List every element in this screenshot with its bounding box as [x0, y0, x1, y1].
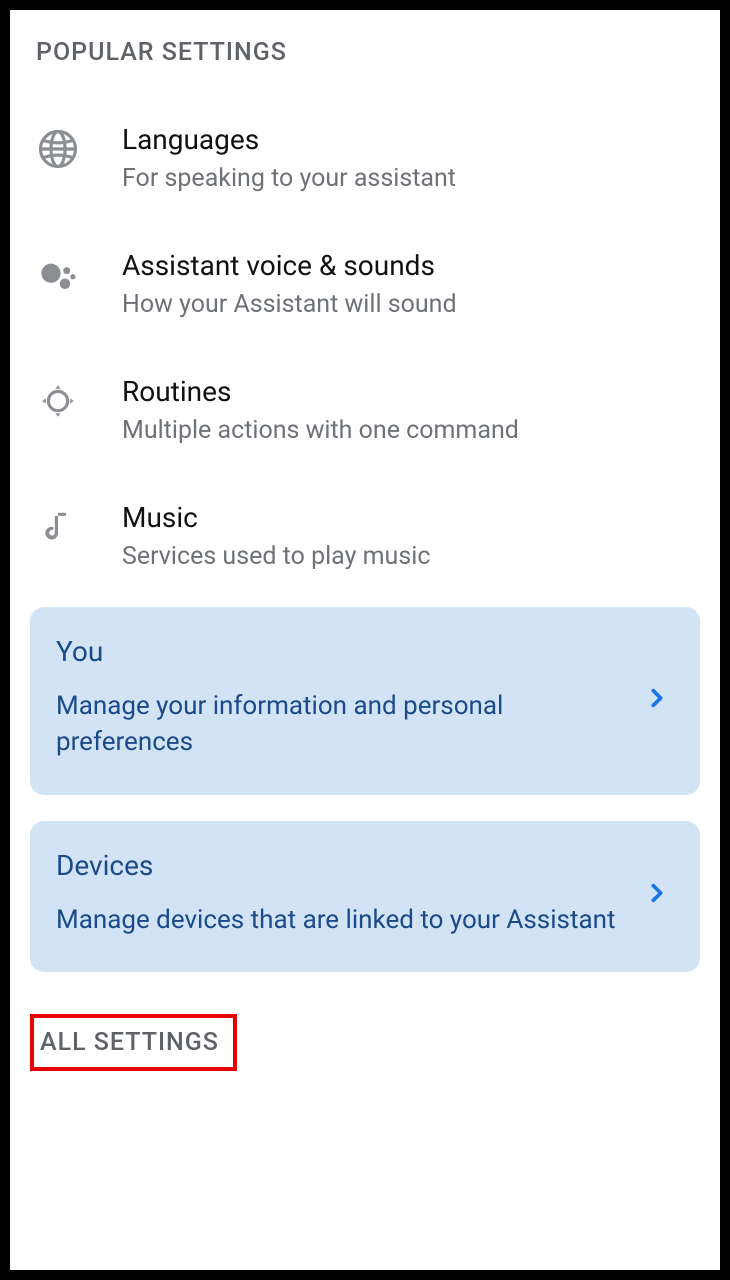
- list-item-languages[interactable]: Languages For speaking to your assistant: [30, 103, 700, 229]
- card-text: Devices Manage devices that are linked t…: [56, 849, 634, 938]
- settings-screen: POPULAR SETTINGS Languages For speaking …: [10, 10, 720, 1270]
- list-item-subtitle: Multiple actions with one command: [122, 416, 694, 445]
- card-devices[interactable]: Devices Manage devices that are linked t…: [30, 821, 700, 972]
- list-item-subtitle: For speaking to your assistant: [122, 164, 694, 193]
- music-note-icon: [36, 505, 80, 549]
- chevron-right-icon: [646, 882, 668, 904]
- list-item-title: Languages: [122, 123, 694, 156]
- globe-icon: [36, 127, 80, 171]
- assistant-dots-icon: [36, 253, 80, 297]
- list-item-routines[interactable]: Routines Multiple actions with one comma…: [30, 355, 700, 481]
- card-subtitle: Manage devices that are linked to your A…: [56, 902, 634, 938]
- chevron-right-icon: [646, 687, 668, 709]
- list-item-text: Languages For speaking to your assistant: [122, 123, 694, 193]
- list-item-title: Music: [122, 501, 694, 534]
- all-settings-header: ALL SETTINGS: [40, 1028, 219, 1057]
- popular-settings-header: POPULAR SETTINGS: [30, 38, 700, 67]
- list-item-assistant-voice[interactable]: Assistant voice & sounds How your Assist…: [30, 229, 700, 355]
- list-item-title: Assistant voice & sounds: [122, 249, 694, 282]
- list-item-subtitle: How your Assistant will sound: [122, 290, 694, 319]
- card-title: Devices: [56, 849, 634, 882]
- routines-icon: [36, 379, 80, 423]
- card-title: You: [56, 635, 634, 668]
- card-subtitle: Manage your information and personal pre…: [56, 688, 634, 761]
- list-item-text: Routines Multiple actions with one comma…: [122, 375, 694, 445]
- card-text: You Manage your information and personal…: [56, 635, 634, 761]
- highlight-box: ALL SETTINGS: [30, 1014, 237, 1071]
- list-item-subtitle: Services used to play music: [122, 542, 694, 571]
- list-item-music[interactable]: Music Services used to play music: [30, 481, 700, 607]
- list-item-text: Assistant voice & sounds How your Assist…: [122, 249, 694, 319]
- card-you[interactable]: You Manage your information and personal…: [30, 607, 700, 795]
- list-item-text: Music Services used to play music: [122, 501, 694, 571]
- list-item-title: Routines: [122, 375, 694, 408]
